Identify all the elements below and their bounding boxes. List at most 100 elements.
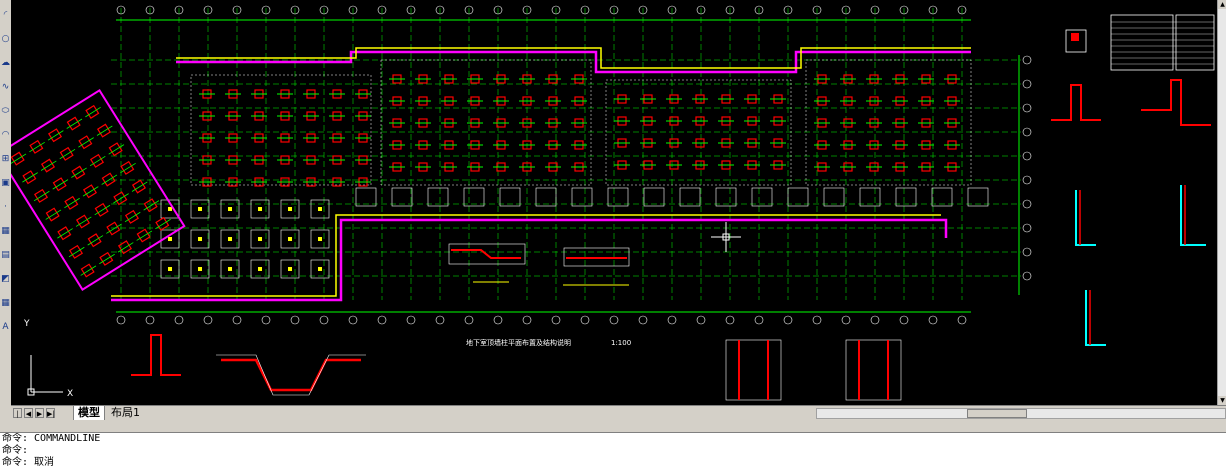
- vertical-scrollbar[interactable]: ▲ ▼: [1217, 0, 1226, 405]
- pile-cap: [931, 187, 953, 207]
- splitter[interactable]: [0, 420, 1226, 432]
- axis-bubble: [812, 315, 822, 325]
- schedule-table: [1175, 14, 1215, 71]
- axis-bubble: [232, 315, 242, 325]
- column-rebar: [94, 202, 109, 217]
- axis-bubble: [203, 315, 213, 325]
- pile-cap: [643, 187, 665, 207]
- make-block-icon[interactable]: ▣: [1, 178, 10, 188]
- table-icon[interactable]: ▦: [1, 298, 10, 308]
- axis-bubble: [1022, 271, 1032, 281]
- pile-cap: [355, 187, 377, 207]
- column-rebar: [131, 179, 146, 194]
- column-rebar: [71, 165, 86, 180]
- next-tab-icon[interactable]: ▶: [35, 408, 44, 418]
- column-rebar: [101, 172, 116, 187]
- pile-marker: [228, 237, 232, 241]
- pile-cap: [535, 187, 557, 207]
- rotated-wing: [11, 88, 186, 292]
- column-rebar: [78, 135, 93, 150]
- axis-bubble: [1022, 175, 1032, 185]
- pile-marker: [258, 207, 262, 211]
- column-rebar: [11, 151, 25, 166]
- last-tab-icon[interactable]: ▶|: [46, 408, 55, 418]
- ellipse-icon[interactable]: ⬭: [1, 106, 10, 116]
- pile-cap: [463, 187, 485, 207]
- region-icon[interactable]: ◩: [1, 274, 10, 284]
- pile-cap: [679, 187, 701, 207]
- horizontal-scrollbar[interactable]: [816, 408, 1226, 419]
- tab-model[interactable]: 模型: [73, 406, 105, 421]
- column-rebar: [22, 170, 37, 185]
- axis-bubble: [1022, 127, 1032, 137]
- section-detail: [1141, 79, 1211, 126]
- pile-marker: [318, 267, 322, 271]
- section-detail: [1071, 33, 1079, 41]
- column-rebar: [96, 123, 112, 138]
- column-rebar: [66, 116, 81, 131]
- column-rebar: [89, 153, 105, 168]
- section-detail: [221, 358, 361, 392]
- axis-bubble: [783, 315, 793, 325]
- axis-bubble: [493, 315, 503, 325]
- scroll-thumb[interactable]: [967, 409, 1027, 418]
- pile-marker: [168, 267, 172, 271]
- column-rebar: [136, 228, 151, 243]
- pile-cap: [751, 187, 773, 207]
- point-icon[interactable]: ·: [1, 202, 10, 212]
- drawing-viewport[interactable]: 地下室顶墙柱平面布置及结构说明 1:100 Y X: [11, 0, 1217, 405]
- scroll-up-icon[interactable]: ▲: [1218, 0, 1226, 9]
- cad-drawing[interactable]: 地下室顶墙柱平面布置及结构说明 1:100 Y X: [11, 0, 1217, 405]
- pile-marker: [198, 237, 202, 241]
- pile-marker: [318, 237, 322, 241]
- axis-bubble: [957, 315, 967, 325]
- circle-icon[interactable]: ○: [1, 34, 10, 44]
- pile-cap: [499, 187, 521, 207]
- column-rebar: [57, 226, 72, 241]
- scroll-down-icon[interactable]: ▼: [1218, 396, 1226, 405]
- schedule-table: [1110, 14, 1174, 71]
- insert-block-icon[interactable]: ⊞: [1, 154, 10, 164]
- revcloud-icon[interactable]: ☁: [1, 58, 10, 68]
- column-rebar: [68, 244, 84, 259]
- tab-layout1[interactable]: 布局1: [107, 406, 144, 420]
- column-rebar: [117, 240, 132, 255]
- pile-marker: [228, 267, 232, 271]
- first-tab-icon[interactable]: |◀: [13, 408, 22, 428]
- pile-cap: [607, 187, 629, 207]
- pile-cap: [895, 187, 917, 207]
- ucs-y-label: Y: [23, 319, 30, 329]
- axis-bubble: [551, 315, 561, 325]
- command-window[interactable]: 命令: COMMANDLINE 命令: 命令: 取消: [0, 432, 1226, 471]
- pile-cap: [571, 187, 593, 207]
- ellipse-arc-icon[interactable]: ◠: [1, 130, 10, 140]
- axis-bubble: [319, 315, 329, 325]
- pile-marker: [288, 207, 292, 211]
- column-rebar: [106, 221, 121, 236]
- section-detail: [451, 249, 521, 259]
- column-rebar: [108, 142, 123, 157]
- pile-cap: [859, 187, 881, 207]
- axis-bubble: [1022, 55, 1032, 65]
- pile-marker: [198, 267, 202, 271]
- column-rebar: [80, 263, 95, 278]
- mtext-icon[interactable]: A: [1, 322, 10, 332]
- axis-bubble: [754, 315, 764, 325]
- axis-bubble: [116, 315, 126, 325]
- spline-icon[interactable]: ∿: [1, 82, 10, 92]
- column-rebar: [143, 198, 158, 213]
- hatch-icon[interactable]: ▦: [1, 226, 10, 236]
- pile-marker: [258, 237, 262, 241]
- arc-icon[interactable]: ◜: [1, 10, 10, 20]
- gradient-icon[interactable]: ▤: [1, 250, 10, 260]
- pile-marker: [168, 207, 172, 211]
- column-rebar: [124, 209, 139, 224]
- column-rebar: [33, 188, 49, 203]
- prev-tab-icon[interactable]: ◀: [24, 408, 33, 418]
- boundary-line: [11, 88, 186, 292]
- section-detail: [1051, 84, 1101, 121]
- plan-scale: 1:100: [611, 339, 631, 347]
- axis-bubble: [870, 315, 880, 325]
- pile-marker: [288, 237, 292, 241]
- section-detail: [725, 339, 782, 401]
